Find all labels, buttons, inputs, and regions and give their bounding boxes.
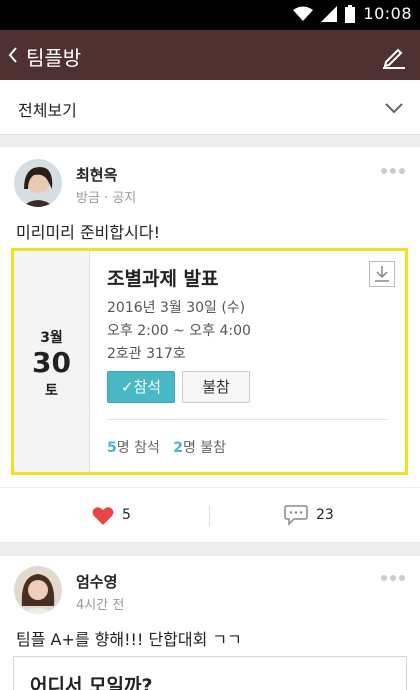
poll-title: 어디서 모일까? — [30, 675, 153, 690]
post-card: 최현옥 방금 · 공지 미리미리 준비합시다! 3월 30 토 조별과제 발표 … — [0, 147, 420, 542]
filter-dropdown[interactable]: 전체보기 — [0, 80, 420, 135]
chevron-down-icon — [385, 103, 403, 114]
status-bar: 10:08 — [0, 0, 420, 30]
avatar[interactable] — [14, 159, 62, 207]
event-month: 3월 — [40, 330, 63, 346]
signal-icon — [321, 5, 338, 22]
attend-button[interactable]: ✓참석 — [107, 371, 175, 403]
clock: 10:08 — [363, 4, 412, 23]
absent-button[interactable]: 불참 — [182, 371, 250, 403]
absent-count: 2 — [173, 440, 183, 456]
filter-label: 전체보기 — [18, 101, 77, 120]
check-icon: ✓ — [120, 378, 134, 396]
event-date: 3월 30 토 — [14, 251, 90, 472]
post-actions: 5 23 — [0, 487, 420, 542]
author-name[interactable]: 엄수영 — [76, 571, 117, 592]
page-title: 팀플방 — [26, 46, 82, 70]
download-icon[interactable] — [369, 261, 395, 287]
divider — [107, 419, 387, 420]
absent-label: 불참 — [202, 378, 230, 396]
comment-count: 23 — [316, 507, 334, 523]
post-meta: 4시간 전 — [76, 598, 125, 613]
battery-icon — [345, 4, 356, 23]
poll-card[interactable]: 어디서 모일까? — [13, 656, 407, 690]
app-bar: 팀플방 — [0, 30, 420, 80]
divider — [209, 506, 210, 526]
event-weekday: 토 — [45, 383, 58, 399]
event-time: 오후 2:00 ~ 오후 4:00 — [107, 323, 251, 339]
event-place: 2호관 317호 — [107, 346, 186, 362]
wifi-icon — [293, 6, 314, 21]
like-count: 5 — [122, 507, 131, 523]
avatar[interactable] — [14, 566, 62, 614]
heart-icon[interactable] — [92, 506, 114, 526]
absent-count-label: 명 불참 — [182, 440, 227, 456]
event-title: 조별과제 발표 — [107, 268, 219, 290]
compose-icon[interactable] — [380, 42, 408, 70]
attend-label: 참석 — [133, 378, 162, 396]
post-card: 엄수영 4시간 전 팀플 A+를 향해!!! 단합대회 ㄱㄱ 어디서 모일까? — [0, 556, 420, 690]
post-body: 팀플 A+를 향해!!! 단합대회 ㄱㄱ — [16, 630, 242, 649]
attend-count-label: 명 참석 — [116, 440, 160, 456]
event-date-text: 2016년 3월 30일 (수) — [107, 300, 246, 316]
attend-count: 5 — [107, 440, 117, 456]
back-icon[interactable] — [6, 43, 20, 67]
event-card[interactable]: 3월 30 토 조별과제 발표 2016년 3월 30일 (수) 오후 2:00… — [11, 248, 408, 475]
event-day: 30 — [32, 346, 71, 379]
rsvp-counts[interactable]: 5명 참석 2명 불참 — [107, 437, 226, 457]
post-meta: 방금 · 공지 — [76, 191, 137, 206]
author-name[interactable]: 최현옥 — [76, 164, 117, 185]
more-icon[interactable] — [380, 574, 406, 582]
comment-icon[interactable] — [284, 504, 308, 526]
post-body: 미리미리 준비합시다! — [16, 223, 160, 242]
more-icon[interactable] — [380, 167, 406, 175]
